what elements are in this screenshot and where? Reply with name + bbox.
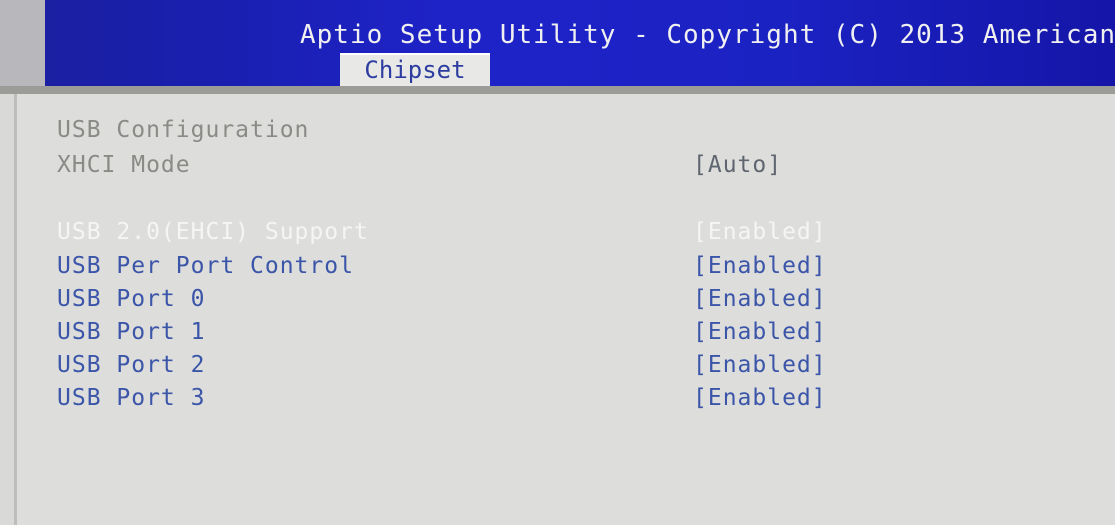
app-title: Aptio Setup Utility - Copyright (C) 2013… <box>300 20 1115 50</box>
setting-label[interactable]: USB Per Port Control <box>57 253 354 279</box>
setting-value[interactable]: [Enabled] <box>693 253 827 279</box>
setting-label: XHCI Mode <box>57 152 191 178</box>
header-divider <box>0 86 1115 94</box>
setting-value[interactable]: [Enabled] <box>693 319 827 345</box>
setting-value[interactable]: [Enabled] <box>693 219 827 245</box>
header-bar: Aptio Setup Utility - Copyright (C) 2013… <box>0 0 1115 86</box>
setting-label[interactable]: USB 2.0(EHCI) Support <box>57 219 369 245</box>
setting-label[interactable]: USB Port 2 <box>57 352 205 378</box>
setting-value[interactable]: [Enabled] <box>693 385 827 411</box>
setting-label[interactable]: USB Port 3 <box>57 385 205 411</box>
setting-value[interactable]: [Enabled] <box>693 286 827 312</box>
setting-label[interactable]: USB Port 1 <box>57 319 205 345</box>
tab-chipset[interactable]: Chipset <box>340 53 490 86</box>
setting-value: [Auto] <box>693 152 783 178</box>
bios-screen: Aptio Setup Utility - Copyright (C) 2013… <box>0 0 1115 525</box>
setting-value[interactable]: [Enabled] <box>693 352 827 378</box>
setting-label[interactable]: USB Port 0 <box>57 286 205 312</box>
header-edge <box>0 0 45 86</box>
section-heading-label: USB Configuration <box>57 117 310 143</box>
